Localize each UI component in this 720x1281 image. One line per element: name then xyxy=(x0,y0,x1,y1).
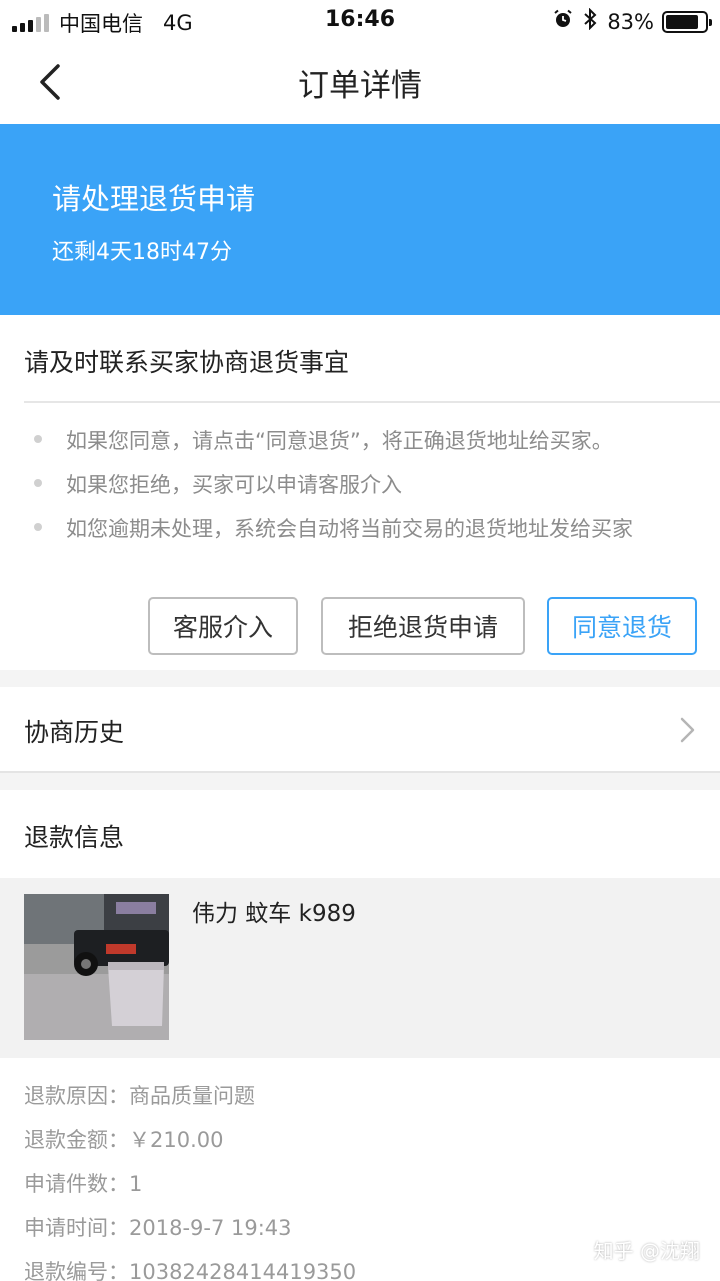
row-label: 申请件数： xyxy=(24,1172,129,1196)
tips-list: 如果您同意，请点击“同意退货”，将正确退货地址给买家。 如果您拒绝，买家可以申请… xyxy=(34,425,633,557)
refund-number-row: 退款编号：10382428414419350 xyxy=(24,1256,356,1281)
page-title: 订单详情 xyxy=(298,68,422,104)
row-value: 2018-9-7 19:43 xyxy=(129,1216,292,1240)
row-label: 申请时间： xyxy=(24,1216,129,1240)
tip-item: 如果您拒绝，买家可以申请客服介入 xyxy=(34,469,633,513)
product-name: 伟力 蚊车 k989 xyxy=(192,901,356,927)
notice-title: 请及时联系买家协商退货事宜 xyxy=(24,348,350,377)
watermark: 知乎 @沈翔 xyxy=(593,1239,700,1263)
battery-icon xyxy=(662,10,712,33)
row-value: 商品质量问题 xyxy=(129,1084,255,1108)
apply-time-row: 申请时间：2018-9-7 19:43 xyxy=(24,1212,356,1256)
row-label: 退款金额： xyxy=(24,1128,129,1152)
negotiation-history-row[interactable]: 协商历史 xyxy=(0,687,720,773)
customer-service-button[interactable]: 客服介入 xyxy=(148,597,298,655)
countdown-text: 还剩4天18时47分 xyxy=(52,240,232,265)
status-bar: 中国电信 4G 16:46 83% xyxy=(0,0,720,40)
row-value: 1 xyxy=(129,1172,143,1196)
divider xyxy=(24,401,720,403)
refund-reason-row: 退款原因：商品质量问题 xyxy=(24,1080,356,1124)
history-label: 协商历史 xyxy=(24,718,125,747)
product-thumbnail xyxy=(24,894,169,1040)
row-value: 10382428414419350 xyxy=(129,1260,357,1281)
bluetooth-icon xyxy=(583,7,597,35)
product-card[interactable]: 伟力 蚊车 k989 xyxy=(0,878,720,1058)
status-banner: 请处理退货申请 还剩4天18时47分 xyxy=(0,124,720,315)
nav-bar: 订单详情 xyxy=(0,40,720,124)
refund-details: 退款原因：商品质量问题 退款金额：￥210.00 申请件数：1 申请时间：201… xyxy=(24,1080,356,1281)
alarm-icon xyxy=(553,9,573,34)
row-label: 退款原因： xyxy=(24,1084,129,1108)
notice-section: 请及时联系买家协商退货事宜 如果您同意，请点击“同意退货”，将正确退货地址给买家… xyxy=(0,315,720,670)
refund-section: 退款信息 伟力 蚊车 k989 退款原因：商品质量问题 退款金额：￥210.00… xyxy=(0,790,720,1281)
row-value: ￥210.00 xyxy=(129,1128,224,1152)
reject-return-button[interactable]: 拒绝退货申请 xyxy=(321,597,525,655)
tip-item: 如果您同意，请点击“同意退货”，将正确退货地址给买家。 xyxy=(34,425,633,469)
tip-item: 如您逾期未处理，系统会自动将当前交易的退货地址发给买家 xyxy=(34,513,633,557)
agree-return-button[interactable]: 同意退货 xyxy=(547,597,697,655)
refund-title: 退款信息 xyxy=(24,823,125,852)
refund-amount-row: 退款金额：￥210.00 xyxy=(24,1124,356,1168)
row-label: 退款编号： xyxy=(24,1260,129,1281)
battery-percent: 83% xyxy=(607,9,654,34)
quantity-row: 申请件数：1 xyxy=(24,1168,356,1212)
chevron-right-icon xyxy=(680,717,695,743)
banner-title: 请处理退货申请 xyxy=(52,182,256,216)
status-right: 83% xyxy=(553,7,712,35)
